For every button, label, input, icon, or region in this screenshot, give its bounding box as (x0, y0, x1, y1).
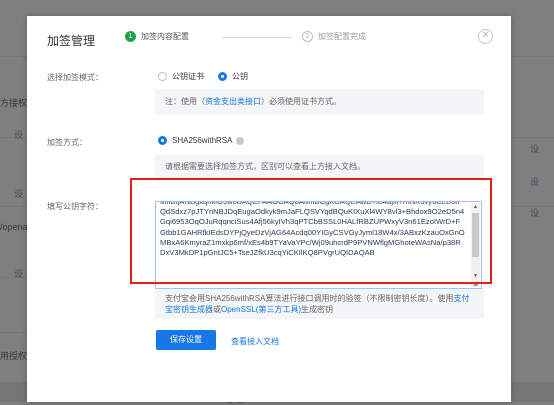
textarea-scrollbar[interactable]: ▲ ▼ (471, 203, 480, 287)
note-text: 或 (213, 305, 221, 314)
scroll-up-icon[interactable]: ▲ (472, 204, 479, 211)
background-link: 设 (14, 130, 24, 140)
note-text: ）必须使用证书方式。 (261, 97, 341, 106)
background-link: 设 (530, 208, 540, 218)
public-key-input[interactable]: MIIBIjANBgkqhkiG9w0BAQEFAAOCAQ8AMIIBCgKC… (155, 201, 482, 289)
background-text: 方接权 (0, 98, 28, 108)
radio-unchecked-icon[interactable] (158, 72, 167, 81)
background-divider (0, 332, 27, 333)
radio-public-key-cert[interactable]: 公钥证书 (158, 71, 204, 82)
save-button[interactable]: 保存设置 (156, 330, 216, 350)
note-text: 注：使用（ (165, 97, 205, 106)
background-link: 设 (530, 144, 540, 154)
radio-label: 公钥证书 (172, 72, 204, 81)
help-icon[interactable] (236, 136, 245, 145)
background-divider (511, 56, 554, 57)
radio-checked-icon[interactable] (218, 72, 227, 81)
background-text: 用授权 (0, 351, 28, 361)
method-note: 请根据需要选择加签方式，区别可以查看上方接入文档。 (155, 155, 484, 179)
radio-public-key[interactable]: 公钥 (218, 71, 248, 82)
scroll-down-icon[interactable]: ▼ (472, 273, 479, 280)
public-key-text: MIIBIjANBgkqhkiG9w0BAQEFAAOCAQ8AMIIBCgKC… (160, 202, 465, 258)
openssl-link[interactable]: OpenSSL(第三方工具) (221, 305, 301, 314)
sign-config-dialog: 加签管理 1 加签内容配置 2 加签配置完成 ✕ 选择加签模式： 公钥证书 公钥… (27, 16, 511, 402)
step-label: 加签内容配置 (141, 32, 189, 41)
resize-handle-icon[interactable]: ◢ (473, 281, 480, 287)
view-docs-link[interactable]: 查看接入文档 (231, 336, 279, 347)
fund-api-link[interactable]: 资金支出类接口 (205, 97, 261, 106)
note-text: 支付宝会用SHA256withRSA算法进行接口调用时的验签（不限制密钥长度）。… (165, 294, 454, 303)
background-link: 设 (530, 177, 540, 187)
step-1: 1 加签内容配置 (125, 31, 189, 42)
note-text: 生成密钥 (301, 305, 334, 314)
background-divider (0, 206, 27, 207)
step-label: 加签配置完成 (318, 32, 366, 41)
step-2: 2 加签配置完成 (302, 31, 366, 42)
radio-label: 公钥 (232, 72, 248, 81)
mode-note: 注：使用（资金支出类接口）必须使用证书方式。 (155, 89, 484, 115)
background-link: 设 (14, 189, 24, 199)
radio-checked-icon[interactable] (158, 136, 167, 145)
step-number: 2 (302, 31, 313, 42)
background-text: /opena (0, 222, 28, 232)
public-key-label: 填写公钥字符： (47, 202, 103, 211)
background-divider (0, 56, 27, 57)
background-divider (511, 137, 554, 138)
public-key-value[interactable]: MIIBIjANBgkqhkiG9w0BAQEFAAOCAQ8AMIIBCgKC… (160, 202, 465, 288)
public-key-note: 支付宝会用SHA256withRSA算法进行接口调用时的验签（不限制密钥长度）。… (155, 289, 484, 319)
mode-label: 选择加签模式： (47, 73, 103, 82)
step-connector (222, 37, 292, 38)
method-label: 加签方式： (47, 138, 87, 147)
step-number: 1 (125, 31, 136, 42)
radio-label: SHA256withRSA (172, 136, 233, 145)
dialog-title: 加签管理 (47, 34, 96, 48)
background-link: 设 (14, 269, 24, 279)
close-icon[interactable]: ✕ (478, 29, 493, 44)
radio-sha256[interactable]: SHA256withRSA (158, 136, 245, 145)
scroll-thumb[interactable] (472, 213, 479, 257)
